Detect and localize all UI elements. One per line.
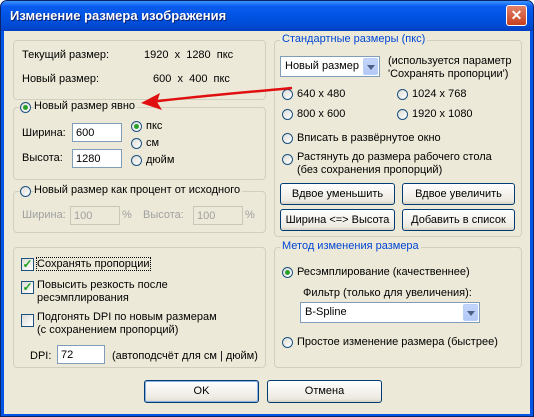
- unit-inch-label[interactable]: дюйм: [146, 154, 174, 166]
- standard-size-select-value: Новый размер: [285, 60, 359, 72]
- chevron-down-icon[interactable]: [463, 304, 478, 321]
- standard-sizes-title: Стандартные размеры (пкс): [280, 33, 428, 45]
- sharpen-checkbox[interactable]: ✓: [21, 281, 34, 294]
- percent-height-sign: %: [245, 209, 255, 221]
- percent-size-radio[interactable]: [20, 186, 31, 197]
- resample-radio[interactable]: [282, 267, 293, 278]
- keep-ratio-checkbox[interactable]: ✓: [21, 258, 34, 271]
- standard-size-select[interactable]: Новый размер: [280, 56, 380, 77]
- current-size-label: Текущий размер:: [22, 49, 110, 61]
- ok-button[interactable]: OK: [144, 380, 259, 403]
- fit-dpi-checkbox[interactable]: [21, 314, 34, 327]
- dialog-body: Текущий размер: 1920 x 1280 пкс Новый ра…: [4, 31, 530, 414]
- size-800-radio[interactable]: [282, 109, 293, 120]
- close-icon[interactable]: ✕: [506, 5, 527, 26]
- standard-note-line1: (используется параметр: [388, 55, 512, 67]
- unit-px-radio[interactable]: [131, 121, 142, 132]
- percent-width-label: Ширина:: [22, 209, 66, 221]
- simple-resize-label[interactable]: Простое изменение размера (быстрее): [297, 336, 498, 348]
- filter-label: Фильтр (только для увеличения):: [303, 287, 472, 299]
- add-to-list-button[interactable]: Добавить в список: [402, 209, 515, 231]
- percent-width-sign: %: [122, 209, 132, 221]
- standard-note-line2: 'Сохранять пропорции'): [388, 68, 509, 80]
- explicit-size-radio-label[interactable]: Новый размер явно: [34, 100, 138, 112]
- resize-method-title: Метод изменения размера: [280, 240, 421, 252]
- window-title: Изменение размера изображения: [10, 8, 227, 23]
- explicit-width-input[interactable]: [72, 123, 122, 142]
- dpi-note: (автоподсчёт для см | дюйм): [112, 350, 258, 362]
- explicit-height-input[interactable]: [72, 149, 122, 168]
- keep-ratio-label[interactable]: Сохранять пропорции: [36, 257, 151, 271]
- chevron-down-icon[interactable]: [363, 58, 378, 75]
- size-1024-label[interactable]: 1024 x 768: [412, 88, 466, 100]
- percent-height-label: Высота:: [143, 209, 184, 221]
- resample-label[interactable]: Ресэмплирование (качественнее): [297, 266, 470, 278]
- title-bar: Изменение размера изображения ✕: [1, 1, 533, 31]
- stretch-desktop-label-line2[interactable]: (без сохранения пропорций): [297, 164, 442, 176]
- size-800-label[interactable]: 800 x 600: [297, 108, 345, 120]
- unit-px-label[interactable]: пкс: [146, 120, 162, 132]
- percent-size-radio-label[interactable]: Новый размер как процент от исходного: [34, 184, 243, 196]
- explicit-size-radio[interactable]: [20, 102, 31, 113]
- fit-dpi-label-line2[interactable]: (с сохранением пропорций): [37, 324, 178, 336]
- explicit-width-label: Ширина:: [22, 127, 66, 139]
- fit-window-label[interactable]: Вписать в развёрнутое окно: [297, 132, 441, 144]
- dpi-label: DPI:: [30, 350, 52, 362]
- simple-resize-radio[interactable]: [282, 337, 293, 348]
- unit-inch-radio[interactable]: [131, 155, 142, 166]
- new-size-value: 600 x 400 пкс: [153, 73, 230, 85]
- fit-dpi-label-line1[interactable]: Подгонять DPI по новым размерам: [37, 311, 217, 323]
- size-640-label[interactable]: 640 x 480: [297, 88, 345, 100]
- stretch-desktop-radio[interactable]: [282, 154, 293, 165]
- new-size-label: Новый размер:: [22, 73, 100, 85]
- double-button[interactable]: Вдвое увеличить: [402, 183, 515, 205]
- size-1920-radio[interactable]: [397, 109, 408, 120]
- fit-window-radio[interactable]: [282, 133, 293, 144]
- swap-dimensions-button[interactable]: Ширина <=> Высота: [280, 209, 395, 231]
- filter-select[interactable]: B-Spline: [300, 302, 480, 323]
- size-640-radio[interactable]: [282, 89, 293, 100]
- stretch-desktop-label-line1[interactable]: Растянуть до размера рабочего стола: [297, 151, 492, 163]
- halve-button[interactable]: Вдвое уменьшить: [280, 183, 395, 205]
- size-1920-label[interactable]: 1920 x 1080: [412, 108, 473, 120]
- unit-cm-radio[interactable]: [131, 138, 142, 149]
- dpi-input[interactable]: [57, 345, 105, 364]
- percent-width-input[interactable]: [70, 206, 120, 225]
- cancel-button[interactable]: Отмена: [267, 380, 382, 403]
- current-size-value: 1920 x 1280 пкс: [144, 49, 234, 61]
- explicit-height-label: Высота:: [22, 152, 63, 164]
- resize-dialog: Изменение размера изображения ✕ Текущий …: [0, 0, 534, 417]
- sharpen-label-line2[interactable]: ресэмплирования: [37, 292, 129, 304]
- unit-cm-label[interactable]: см: [146, 137, 159, 149]
- size-1024-radio[interactable]: [397, 89, 408, 100]
- sharpen-label-line1[interactable]: Повысить резкость после: [37, 279, 168, 291]
- filter-select-value: B-Spline: [305, 306, 347, 318]
- percent-height-input[interactable]: [193, 206, 243, 225]
